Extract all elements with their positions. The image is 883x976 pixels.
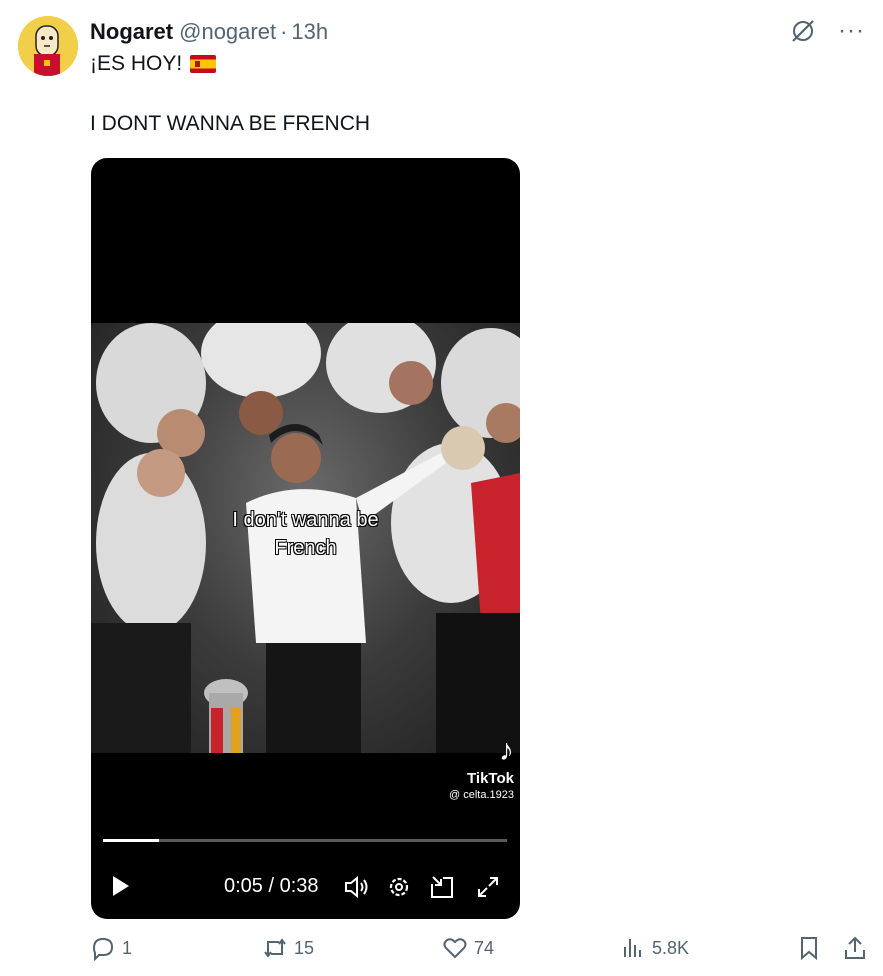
views-count: 5.8K bbox=[652, 937, 690, 958]
post-text-es-hoy: ¡ES HOY! bbox=[90, 52, 183, 75]
settings-icon[interactable] bbox=[386, 874, 412, 900]
picture-in-picture-icon[interactable] bbox=[429, 874, 455, 900]
tiktok-watermark: ♪ TikTok @ celta.1923 bbox=[449, 734, 514, 802]
post-text-line-2: I DONT WANNA BE FRENCH bbox=[90, 112, 371, 135]
views-button[interactable]: 5.8K bbox=[620, 935, 689, 961]
share-button[interactable] bbox=[842, 935, 868, 961]
author-name[interactable]: Nogaret bbox=[90, 19, 173, 45]
volume-icon[interactable] bbox=[343, 874, 369, 900]
more-icon[interactable]: ··· bbox=[838, 19, 865, 43]
avatar-image bbox=[18, 16, 78, 76]
reply-count: 1 bbox=[122, 937, 133, 958]
tiktok-logo-icon: ♪ bbox=[499, 734, 514, 767]
video-progress-bar[interactable] bbox=[103, 839, 507, 842]
post-text-line-1: ¡ES HOY! bbox=[90, 52, 217, 76]
share-icon bbox=[845, 936, 865, 959]
like-button[interactable]: 74 bbox=[442, 935, 494, 961]
like-count: 74 bbox=[474, 937, 495, 958]
bookmark-button[interactable] bbox=[796, 935, 822, 961]
caption-line-2: French bbox=[274, 537, 337, 559]
reply-icon bbox=[92, 937, 114, 961]
video-controls: 0:05 / 0:38 bbox=[91, 858, 520, 914]
bookmark-icon bbox=[801, 937, 817, 961]
video-timecode: 0:05 / 0:38 bbox=[224, 875, 319, 897]
views-icon bbox=[624, 939, 641, 957]
video-player[interactable]: I don't wanna be French ♪ TikTok @ celta… bbox=[91, 158, 520, 919]
play-icon[interactable] bbox=[113, 876, 129, 896]
repost-button[interactable]: 15 bbox=[262, 935, 314, 961]
avatar[interactable] bbox=[18, 16, 78, 76]
spain-flag-icon bbox=[190, 55, 217, 73]
like-icon bbox=[443, 938, 467, 959]
reply-button[interactable]: 1 bbox=[90, 935, 132, 961]
video-progress-fill bbox=[103, 839, 159, 842]
grok-icon[interactable] bbox=[790, 18, 816, 44]
post-top-actions: ··· bbox=[790, 18, 865, 44]
tiktok-username: @ celta.1923 bbox=[449, 789, 514, 801]
repost-count: 15 bbox=[294, 937, 315, 958]
video-frame[interactable]: I don't wanna be French bbox=[91, 323, 520, 753]
caption-line-1: I don't wanna be bbox=[232, 509, 379, 531]
repost-icon bbox=[264, 938, 286, 958]
video-caption: I don't wanna be French bbox=[91, 506, 520, 562]
post-time[interactable]: 13h bbox=[291, 19, 328, 45]
tiktok-brand: TikTok bbox=[467, 770, 514, 787]
fullscreen-icon[interactable] bbox=[475, 874, 501, 900]
author-handle[interactable]: @nogaret bbox=[179, 19, 276, 45]
header-separator: · bbox=[280, 19, 288, 44]
post-action-bar: 1 15 74 5.8K bbox=[90, 935, 870, 969]
post-header: Nogaret @nogaret · 13h bbox=[90, 18, 328, 46]
